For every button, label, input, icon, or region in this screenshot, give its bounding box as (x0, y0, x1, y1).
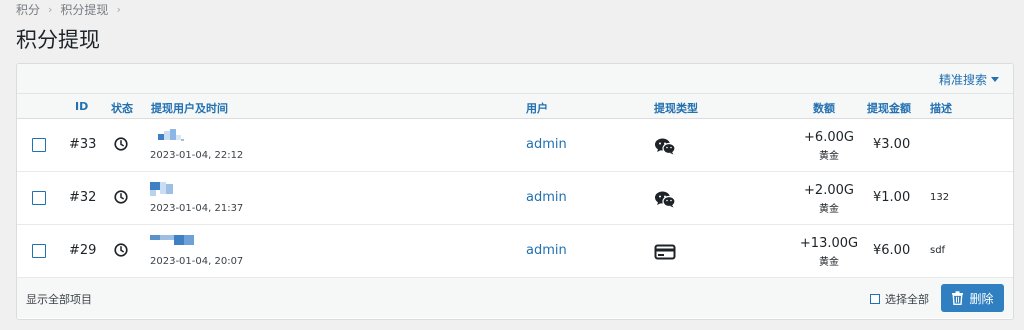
col-header-id[interactable]: ID (75, 100, 88, 113)
select-all-toggle[interactable]: 选择全部 (870, 291, 929, 307)
row-id: #33 (69, 137, 97, 152)
breadcrumb-separator: › (116, 3, 121, 16)
table-row: #29 2023-01-04, 20:07 admin +13.00G 黄金 ¥… (17, 225, 1013, 278)
row-description: sdf (930, 245, 946, 256)
withdraw-table-panel: 精准搜索 ID 状态 提现用户及时间 用户 提现类型 数额 提现金额 描述 #3… (16, 63, 1014, 320)
user-link[interactable]: admin (526, 137, 567, 152)
caret-down-icon (991, 77, 999, 82)
amount-value: +6.00G (804, 130, 854, 145)
delete-label: 删除 (969, 291, 994, 306)
clock-icon (114, 190, 128, 204)
col-header-type[interactable]: 提现类型 (654, 100, 698, 116)
breadcrumb-separator: › (48, 3, 53, 16)
advanced-search-label: 精准搜索 (938, 73, 987, 87)
amount-value: +13.00G (799, 236, 859, 251)
withdraw-time: 2023-01-04, 21:37 (150, 203, 244, 214)
advanced-search-toggle[interactable]: 精准搜索 (939, 71, 999, 88)
trash-icon (952, 291, 964, 305)
row-description: 132 (930, 192, 950, 203)
col-header-user[interactable]: 用户 (526, 100, 548, 116)
select-all-checkbox[interactable] (870, 294, 880, 304)
table-header: ID 状态 提现用户及时间 用户 提现类型 数额 提现金额 描述 (17, 94, 1013, 119)
breadcrumb: 积分 › 积分提现 › (16, 1, 121, 18)
table-row: #32 2023-01-04, 21:37 admin +2.00G 黄金 ¥1… (17, 172, 1013, 225)
col-header-status[interactable]: 状态 (111, 100, 133, 116)
table-row: #33 2023-01-04, 22:12 admin +6.00G 黄金 ¥3… (17, 119, 1013, 172)
user-link[interactable]: admin (526, 190, 567, 205)
amount-cell: +6.00G 黄金 (777, 130, 881, 162)
amount-unit: 黄金 (819, 204, 839, 215)
col-header-money[interactable]: 提现金额 (867, 100, 911, 116)
row-id: #29 (69, 243, 97, 258)
row-id: #32 (69, 190, 97, 205)
table-footer: 显示全部项目 选择全部 删除 (17, 278, 1013, 318)
show-all-items-label: 显示全部项目 (26, 293, 92, 306)
amount-cell: +2.00G 黄金 (777, 183, 881, 215)
amount-unit: 黄金 (819, 151, 839, 162)
user-avatar (150, 235, 198, 249)
user-avatar (150, 182, 198, 196)
wechat-icon (655, 191, 676, 208)
col-header-user-time[interactable]: 提现用户及时间 (151, 100, 228, 116)
amount-value: +2.00G (804, 183, 854, 198)
withdraw-time: 2023-01-04, 20:07 (150, 256, 244, 267)
card-icon (654, 244, 676, 260)
wechat-icon (655, 138, 676, 155)
clock-icon (114, 243, 128, 257)
amount-cell: +13.00G 黄金 (777, 236, 881, 268)
row-checkbox[interactable] (32, 191, 46, 205)
clock-icon (114, 137, 128, 151)
withdraw-money: ¥6.00 (873, 243, 911, 258)
withdraw-time: 2023-01-04, 22:12 (150, 150, 244, 161)
user-avatar (150, 129, 198, 143)
col-header-desc[interactable]: 描述 (930, 100, 952, 116)
withdraw-money: ¥1.00 (873, 190, 911, 205)
row-checkbox[interactable] (32, 138, 46, 152)
breadcrumb-item-withdraw[interactable]: 积分提现 (60, 1, 108, 18)
withdraw-money: ¥3.00 (873, 137, 911, 152)
select-all-label: 选择全部 (885, 293, 929, 306)
delete-button[interactable]: 删除 (941, 284, 1004, 312)
page-title: 积分提现 (16, 28, 100, 52)
row-checkbox[interactable] (32, 244, 46, 258)
amount-unit: 黄金 (819, 257, 839, 268)
breadcrumb-item-points[interactable]: 积分 (16, 1, 40, 18)
user-link[interactable]: admin (526, 243, 567, 258)
col-header-amount[interactable]: 数额 (813, 100, 835, 116)
table-toolbar: 精准搜索 (17, 64, 1013, 94)
